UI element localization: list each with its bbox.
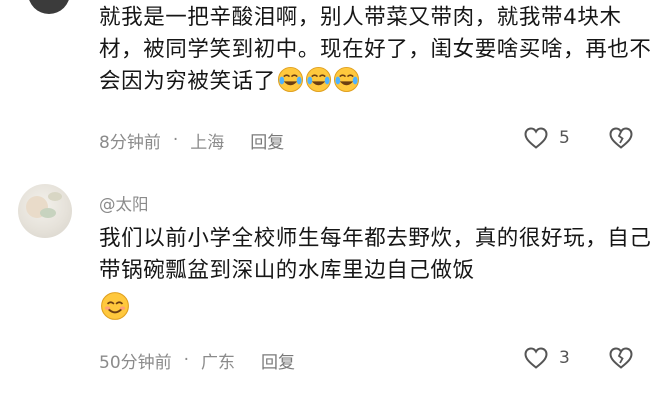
heart-icon (524, 347, 548, 369)
separator-dot: · (172, 130, 179, 150)
separator-dot: · (183, 350, 190, 370)
comment-time: 50分钟前 (99, 352, 172, 373)
crying-laughing-emoji-icon (333, 66, 360, 93)
comment-meta: 8分钟前 · 上海 回复 (99, 128, 284, 153)
like-count: 3 (559, 348, 570, 368)
like-button[interactable]: 3 (523, 346, 570, 370)
comment-1: 就我是一把辛酸泪啊，别人带菜又带肉，就我带4块木材，被同学笑到初中。现在好了，闺… (0, 0, 663, 170)
dislike-button[interactable] (608, 126, 634, 154)
comment-text: 我们以前小学全校师生每年都去野炊，真的很好玩，自己带锅碗瓢盆到深山的水库里边自己… (99, 223, 654, 323)
dislike-button[interactable] (608, 346, 634, 374)
comment-location: 广东 (201, 352, 236, 373)
avatar[interactable] (18, 184, 72, 238)
comment-time: 8分钟前 (99, 132, 161, 153)
crying-laughing-emoji-icon (305, 66, 332, 93)
smiling-emoji-icon (100, 291, 130, 321)
comment-text: 就我是一把辛酸泪啊，别人带菜又带肉，就我带4块木材，被同学笑到初中。现在好了，闺… (99, 5, 652, 94)
broken-heart-icon (609, 127, 633, 149)
broken-heart-icon (609, 347, 633, 369)
comment-meta: 50分钟前 · 广东 回复 (99, 348, 295, 373)
reply-button[interactable]: 回复 (261, 348, 295, 373)
reply-button[interactable]: 回复 (250, 128, 284, 153)
comment-location: 上海 (190, 132, 225, 153)
comment-2: @太阳 我们以前小学全校师生每年都去野炊，真的很好玩，自己带锅碗瓢盆到深山的水库… (0, 170, 663, 400)
avatar-leaf (40, 208, 56, 218)
comment-username[interactable]: @太阳 (99, 191, 149, 215)
crying-laughing-emoji-icon (277, 66, 304, 93)
avatar[interactable] (28, 0, 70, 14)
heart-icon (524, 127, 548, 149)
like-button[interactable]: 5 (523, 126, 570, 150)
like-count: 5 (559, 128, 570, 148)
avatar-leaf (48, 192, 62, 201)
